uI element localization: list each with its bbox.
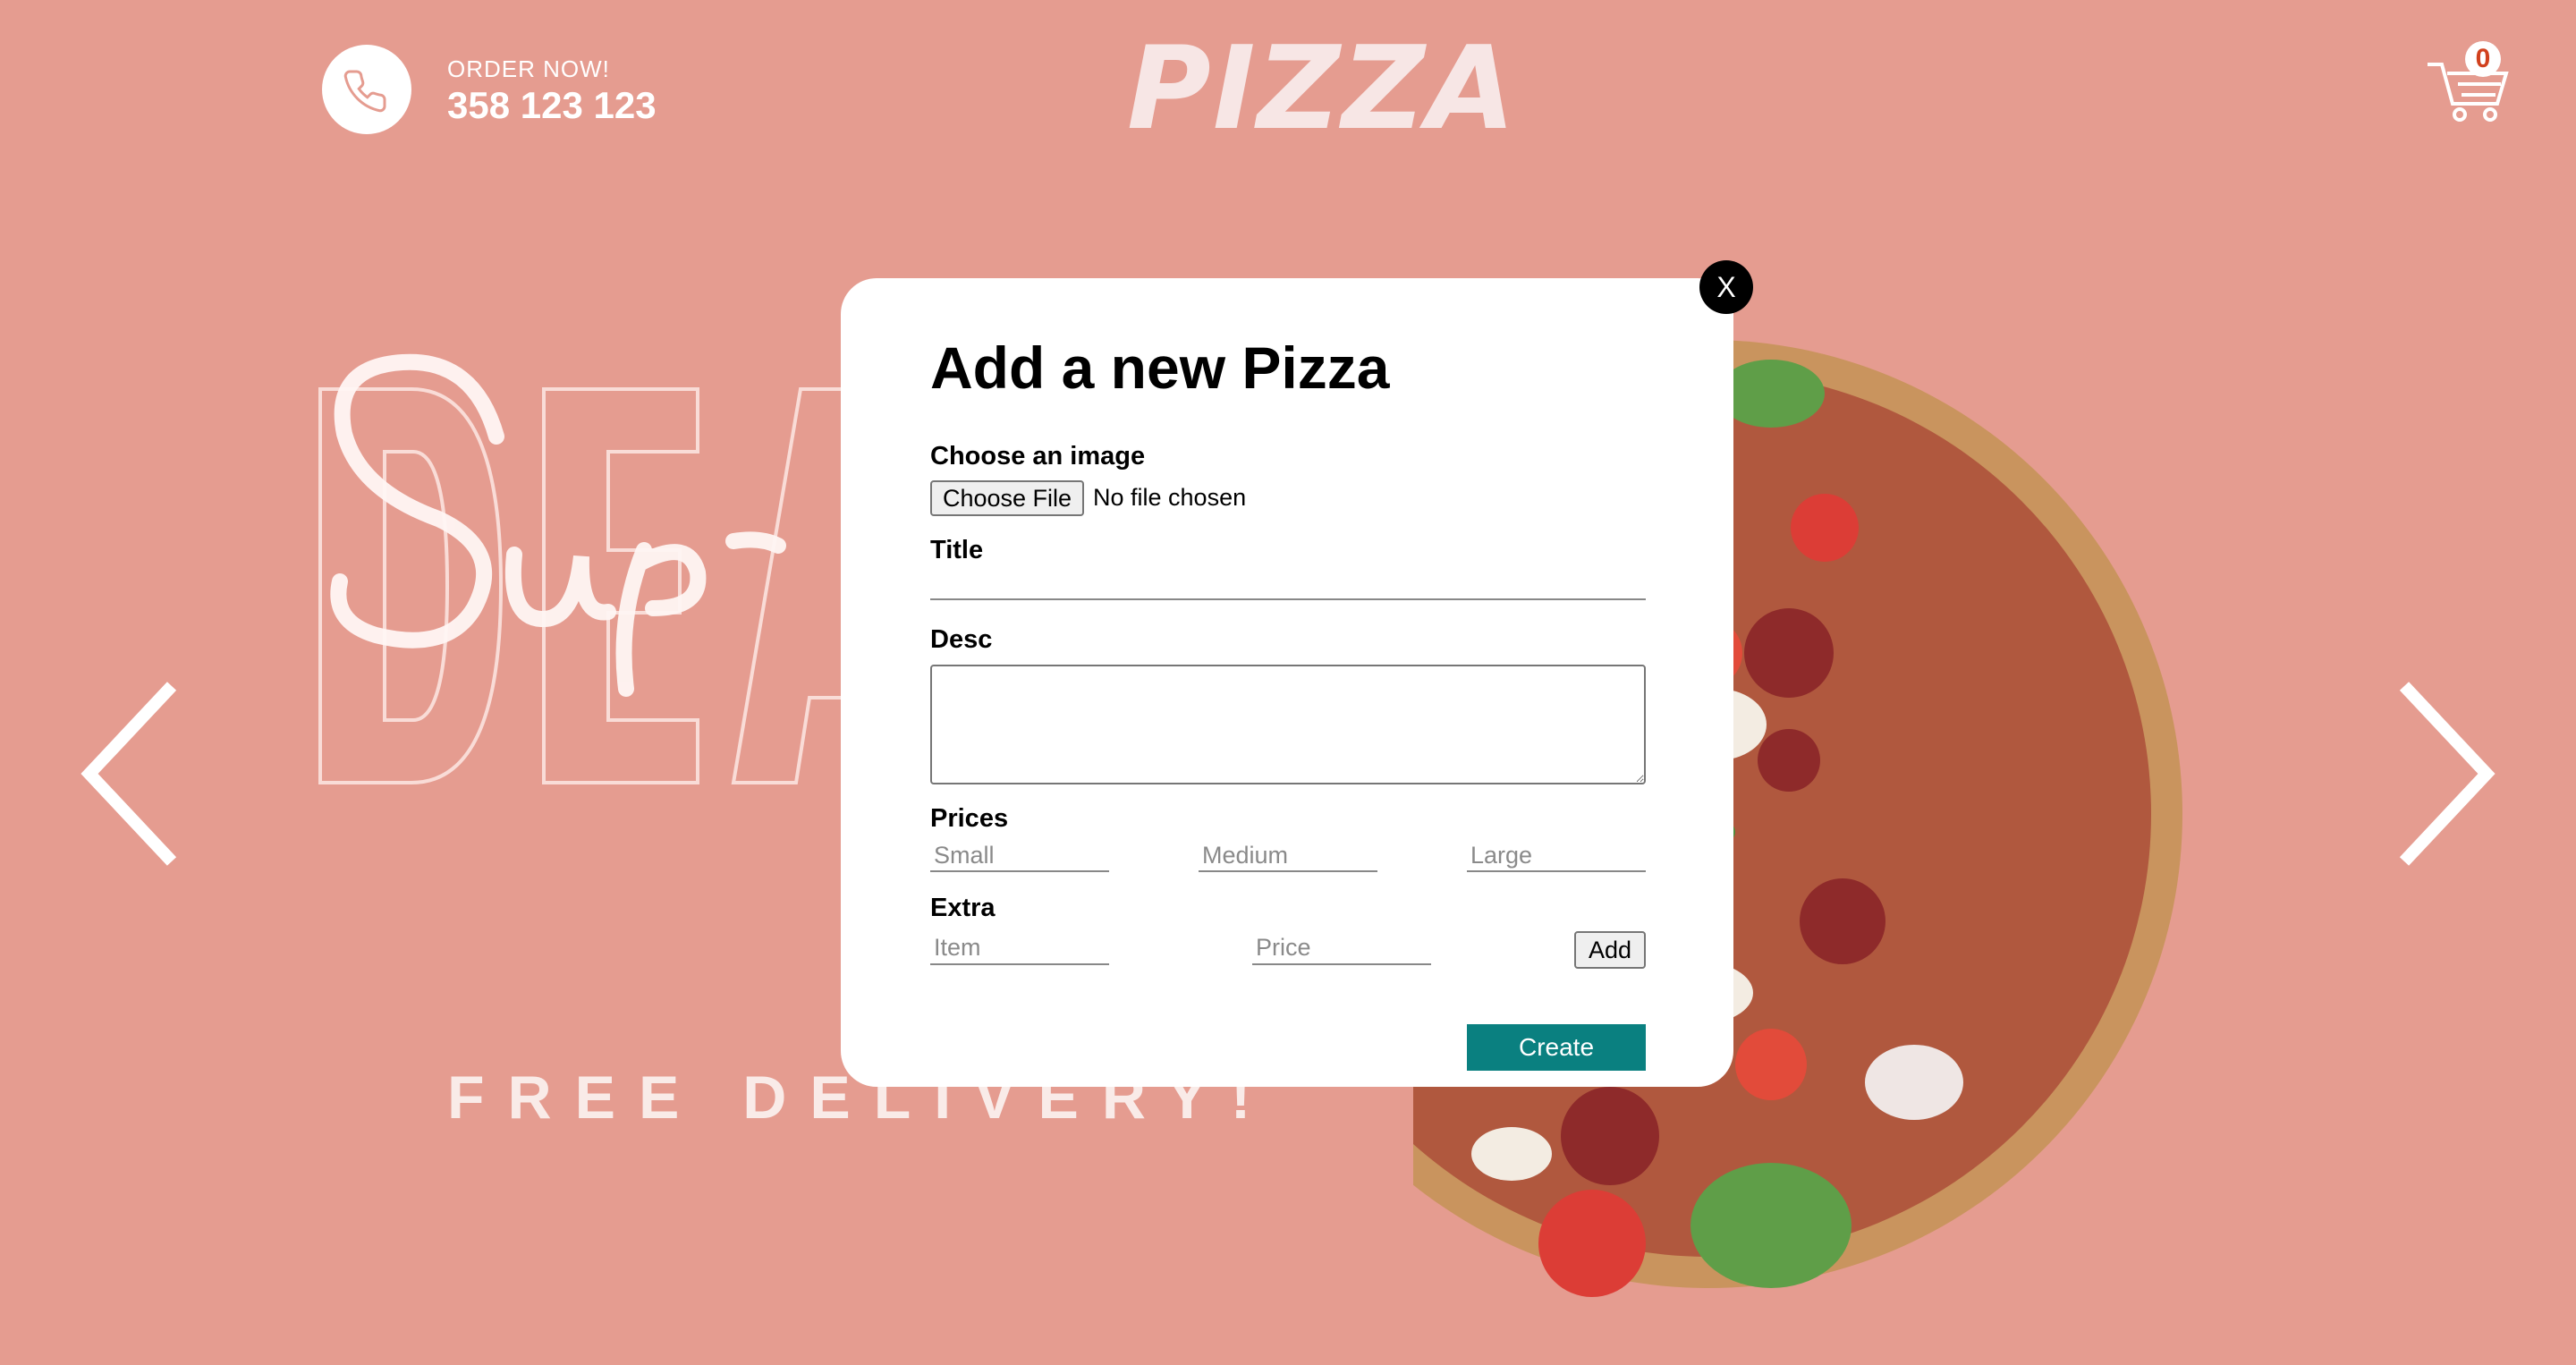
- call-button[interactable]: [322, 45, 411, 134]
- extra-label: Extra: [930, 894, 996, 922]
- chevron-right-icon[interactable]: [2388, 675, 2504, 872]
- price-large-input[interactable]: [1467, 840, 1646, 872]
- create-button[interactable]: Create: [1467, 1024, 1646, 1071]
- extra-price-input[interactable]: [1252, 931, 1431, 965]
- price-small-input[interactable]: [930, 840, 1109, 872]
- modal-title: Add a new Pizza: [930, 335, 1390, 401]
- desc-label: Desc: [930, 625, 993, 654]
- cart-count-badge: 0: [2465, 41, 2501, 77]
- chevron-left-icon[interactable]: [72, 675, 188, 872]
- extra-item-input[interactable]: [930, 931, 1109, 965]
- add-pizza-modal: Add a new Pizza Choose an image Choose F…: [841, 278, 1733, 1087]
- image-label: Choose an image: [930, 442, 1146, 471]
- phone-number: 358 123 123: [447, 84, 657, 126]
- navbar: ORDER NOW! 358 123 123 PIZZA 0: [0, 0, 2576, 179]
- phone-icon: [343, 70, 386, 113]
- logo[interactable]: PIZZA: [1127, 27, 1515, 152]
- title-label: Title: [930, 536, 984, 564]
- add-extra-button[interactable]: Add: [1574, 931, 1646, 969]
- file-status: No file chosen: [1093, 484, 1247, 511]
- order-now-label: ORDER NOW!: [447, 55, 610, 82]
- desc-textarea[interactable]: [930, 665, 1646, 784]
- price-medium-input[interactable]: [1199, 840, 1377, 872]
- title-input[interactable]: [930, 570, 1646, 600]
- prices-label: Prices: [930, 804, 1009, 833]
- close-modal-button[interactable]: X: [1699, 260, 1753, 314]
- choose-file-button[interactable]: Choose File: [930, 480, 1084, 516]
